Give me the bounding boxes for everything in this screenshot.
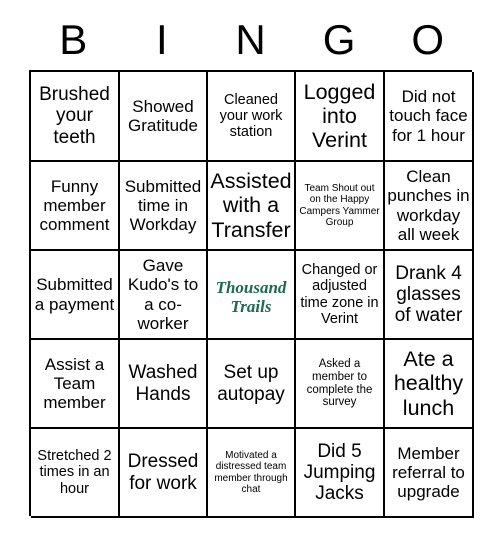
- bingo-cell-r5-c5[interactable]: Member referral to upgrade: [385, 429, 474, 518]
- bingo-cell-label: Did 5 Jumping Jacks: [303, 440, 376, 505]
- bingo-header: B I N G O: [29, 12, 472, 68]
- bingo-cell-r1-c2[interactable]: Showed Gratitude: [120, 72, 208, 162]
- bingo-free-space-logo-cell[interactable]: ThousandTrailsThousand Trails: [208, 251, 296, 340]
- bingo-cell-r1-c1[interactable]: Brushed your teeth: [31, 72, 120, 162]
- bingo-cell-label: Assist a Team member: [43, 354, 106, 413]
- bingo-cell-label: Submitted a payment: [34, 275, 115, 314]
- bingo-cell-label: Showed Gratitude: [128, 96, 198, 135]
- bingo-cell-label: Brushed your teeth: [39, 84, 110, 148]
- svg-text:Trails: Trails: [231, 297, 272, 316]
- bingo-cell-label: Gave Kudo's to a co-worker: [127, 256, 199, 333]
- header-letter-g: G: [322, 16, 356, 63]
- bingo-cell-r4-c1[interactable]: Assist a Team member: [31, 340, 120, 429]
- bingo-cell-r5-c3[interactable]: Motivated a distressed team member throu…: [208, 429, 296, 518]
- bingo-cell-label: Cleaned your work station: [219, 91, 283, 141]
- header-letter-b: B: [59, 16, 88, 63]
- bingo-cell-label: Clean punches in workday all week: [387, 167, 470, 244]
- bingo-cell-label: Dressed for work: [127, 451, 199, 494]
- bingo-cell-r3-c1[interactable]: Submitted a payment: [31, 251, 120, 340]
- bingo-cell-label: Funny member comment: [39, 176, 110, 235]
- bingo-cell-r2-c5[interactable]: Clean punches in workday all week: [385, 162, 474, 251]
- bingo-cell-r4-c2[interactable]: Washed Hands: [120, 340, 208, 429]
- bingo-card: B I N G O Brushed your teeth Showed Grati…: [0, 0, 500, 544]
- bingo-cell-label: Assisted with a Transfer: [210, 169, 292, 242]
- bingo-cell-label: Did not touch face for 1 hour: [389, 87, 468, 145]
- bingo-cell-label: Asked a member to complete the survey: [306, 357, 373, 409]
- bingo-cell-r2-c4[interactable]: Team Shout out on the Happy Campers Yamm…: [296, 162, 385, 251]
- bingo-cell-r2-c2[interactable]: Submitted time in Workday: [120, 162, 208, 251]
- bingo-cell-r1-c3[interactable]: Cleaned your work station: [208, 72, 296, 162]
- bingo-cell-r2-c1[interactable]: Funny member comment: [31, 162, 120, 251]
- bingo-cell-label: Set up autopay: [217, 362, 285, 405]
- bingo-cell-label: Stretched 2 times in an hour: [37, 448, 112, 497]
- bingo-cell-r5-c2[interactable]: Dressed for work: [120, 429, 208, 518]
- bingo-cell-r3-c4[interactable]: Changed or adjusted time zone in Verint: [296, 251, 385, 340]
- bingo-cell-label: Changed or adjusted time zone in Verint: [300, 262, 379, 327]
- thousand-trails-logo: Thousand Trails: [208, 272, 294, 318]
- bingo-cell-label: Team Shout out on the Happy Campers Yamm…: [299, 183, 380, 228]
- bingo-cell-label: Drank 4 glasses of water: [394, 262, 463, 327]
- header-letter-n: N: [235, 16, 266, 63]
- bingo-cell-r3-c5[interactable]: Drank 4 glasses of water: [385, 251, 474, 340]
- bingo-cell-r2-c3[interactable]: Assisted with a Transfer: [208, 162, 296, 251]
- bingo-cell-label: Logged into Verint: [303, 79, 376, 153]
- bingo-cell-r5-c1[interactable]: Stretched 2 times in an hour: [31, 429, 120, 518]
- header-letter-o: O: [411, 16, 444, 63]
- bingo-cell-label: Ate a healthy lunch: [393, 347, 464, 420]
- bingo-cell-label: Washed Hands: [128, 362, 198, 405]
- bingo-cell-r5-c4[interactable]: Did 5 Jumping Jacks: [296, 429, 385, 518]
- bingo-cell-r4-c5[interactable]: Ate a healthy lunch: [385, 340, 474, 429]
- bingo-cell-label: Submitted time in Workday: [124, 176, 202, 235]
- header-letter-i: I: [156, 16, 168, 63]
- bingo-grid: Brushed your teeth Showed Gratitude Cleane…: [29, 70, 474, 518]
- bingo-cell-r3-c2[interactable]: Gave Kudo's to a co-worker: [120, 251, 208, 340]
- bingo-cell-label: Member referral to upgrade: [392, 443, 465, 502]
- bingo-cell-label: Motivated a distressed team member throu…: [214, 450, 288, 495]
- bingo-cell-r1-c4[interactable]: Logged into Verint: [296, 72, 385, 162]
- bingo-cell-r1-c5[interactable]: Did not touch face for 1 hour: [385, 72, 474, 162]
- svg-text:Thousand: Thousand: [216, 278, 287, 297]
- bingo-cell-r4-c3[interactable]: Set up autopay: [208, 340, 296, 429]
- bingo-cell-r4-c4[interactable]: Asked a member to complete the survey: [296, 340, 385, 429]
